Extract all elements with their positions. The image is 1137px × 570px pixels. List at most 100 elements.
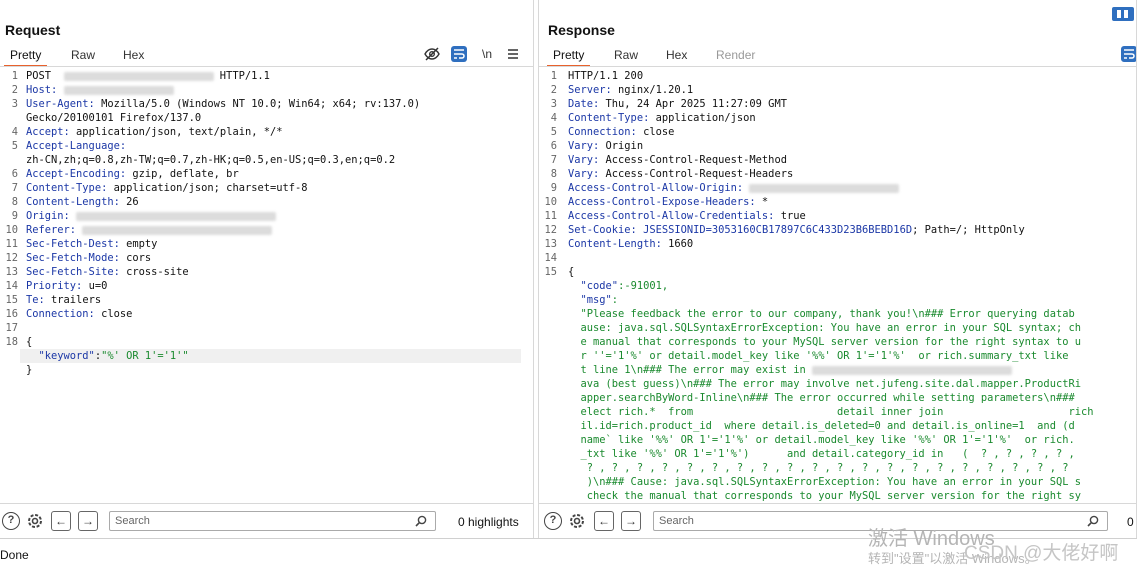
code-line: elect rich.* from detail inner join rich <box>539 405 1136 419</box>
response-editor[interactable]: 1 HTTP/1.1 200 2 Server: nginx/1.20.1 3 Date:… <box>539 69 1136 503</box>
code-line: 9 Access-Control-Allow-Origin: <box>539 181 1136 195</box>
code-line: name` like '%%' OR 1'='1'%' or detail.mo… <box>539 433 1136 447</box>
line-number: 11 <box>544 210 557 222</box>
json-key: "keyword" <box>38 350 95 362</box>
settings-icon[interactable] <box>25 511 45 536</box>
menu-icon[interactable] <box>505 46 521 62</box>
line-number: 4 <box>550 112 557 124</box>
line-content: Server: nginx/1.20.1 <box>568 83 693 97</box>
highlights-count: 0 <box>1127 515 1134 529</box>
line-content: Content-Type: application/json; charset=… <box>26 181 308 195</box>
request-title: Request <box>5 22 61 38</box>
redacted-value <box>63 71 214 81</box>
header-name: User-Agent: <box>26 98 95 110</box>
line-content: Accept-Encoding: gzip, deflate, br <box>26 167 239 181</box>
header-value: Gecko/20100101 Firefox/137.0 <box>26 112 202 124</box>
search-icon[interactable] <box>415 515 427 533</box>
search-icon[interactable] <box>1087 515 1099 533</box>
tab-divider <box>0 66 533 67</box>
line-content: check the manual that corresponds to you… <box>568 489 1081 503</box>
code-line: 14 <box>539 251 1136 265</box>
tab-pretty[interactable]: Pretty <box>546 48 591 67</box>
line-number: 15 <box>5 294 18 306</box>
request-editor[interactable]: 1 POST HTTP/1.1 2 Host: 3 User-Agent: Mozill… <box>0 69 533 503</box>
header-value: application/json, text/plain, */* <box>69 126 283 138</box>
header-value: { <box>568 266 575 278</box>
tab-raw[interactable]: Raw <box>614 48 638 62</box>
line-content: t line 1\n### The error may exist in <box>568 363 1012 377</box>
line-content: Referer: <box>26 223 273 237</box>
line-number: 12 <box>544 224 557 236</box>
code-line: 10 Access-Control-Expose-Headers: * <box>539 195 1136 209</box>
line-content: Vary: Origin <box>568 139 643 153</box>
line-content: Priority: u=0 <box>26 279 107 293</box>
tab-raw[interactable]: Raw <box>71 48 95 62</box>
code-line: 1 POST HTTP/1.1 <box>0 69 533 83</box>
line-number: 13 <box>5 266 18 278</box>
tab-render[interactable]: Render <box>716 48 755 62</box>
tab-hex[interactable]: Hex <box>123 48 144 62</box>
code-line: 10 Referer: <box>0 223 533 237</box>
forward-arrow-icon[interactable]: → <box>78 511 98 531</box>
code-line: 8 Vary: Access-Control-Request-Headers <box>539 167 1136 181</box>
header-value: application/json; charset=utf-8 <box>107 182 308 194</box>
json-key: "msg" <box>580 294 612 306</box>
redacted-value <box>811 365 1012 375</box>
line-number: 17 <box>5 322 18 334</box>
line-content: { <box>568 265 574 279</box>
settings-icon[interactable] <box>567 511 587 536</box>
tab-hex[interactable]: Hex <box>666 48 687 62</box>
code-line: 6 Vary: Origin <box>539 139 1136 153</box>
header-value: } <box>26 364 33 376</box>
layout-toggle-icon[interactable] <box>1112 7 1134 21</box>
line-number: 2 <box>550 84 557 96</box>
line-number: 3 <box>11 98 18 110</box>
line-number: 15 <box>544 266 557 278</box>
code-line: il.id=rich.product_id where detail.is_de… <box>539 419 1136 433</box>
header-name: Accept-Encoding: <box>26 168 127 180</box>
help-icon[interactable]: ? <box>2 512 20 530</box>
line-content: ? , ? , ? , ? , ? , ? , ? , ? , ? , ? , … <box>568 461 1069 475</box>
header-value: POST <box>26 70 58 82</box>
back-arrow-icon[interactable]: ← <box>51 511 71 531</box>
header-name: Vary: <box>568 140 600 152</box>
line-content: Gecko/20100101 Firefox/137.0 <box>26 111 201 125</box>
header-name: Host: <box>26 84 58 96</box>
back-arrow-icon[interactable]: ← <box>594 511 614 531</box>
header-name: Origin: <box>26 210 70 222</box>
code-line: 7 Vary: Access-Control-Request-Method <box>539 153 1136 167</box>
newline-icon[interactable]: \n <box>479 46 495 62</box>
line-content: Set-Cookie: JSESSIONID=3053160CB17897C6C… <box>568 223 1025 237</box>
header-name: Content-Type: <box>26 182 108 194</box>
response-bottom-bar: ? ← → Search 0 <box>539 503 1136 538</box>
line-content: il.id=rich.product_id where detail.is_de… <box>568 419 1075 433</box>
tab-pretty[interactable]: Pretty <box>3 48 48 67</box>
header-value: nginx/1.20.1 <box>611 84 694 96</box>
header-name: Accept-Language: <box>26 140 127 152</box>
eye-off-icon[interactable] <box>424 46 440 62</box>
header-value: 1660 <box>661 238 694 250</box>
line-number: 13 <box>544 238 557 250</box>
wrap-lines-icon[interactable] <box>451 46 467 62</box>
code-line: _txt like '%%' OR 1'='1'%') and detail.c… <box>539 447 1136 461</box>
code-line: 15 Te: trailers <box>0 293 533 307</box>
line-number: 12 <box>5 252 18 264</box>
code-line: "keyword":"%' OR 1'='1'" <box>0 349 533 363</box>
line-content: Origin: <box>26 209 277 223</box>
request-search-input[interactable]: Search <box>109 511 436 531</box>
wrap-lines-icon[interactable] <box>1121 46 1136 62</box>
code-line: )\n### Cause: java.sql.SQLSyntaxErrorExc… <box>539 475 1136 489</box>
line-number: 11 <box>5 238 18 250</box>
header-value: Thu, 24 Apr 2025 11:27:09 GMT <box>599 98 787 110</box>
help-icon[interactable]: ? <box>544 512 562 530</box>
line-content: name` like '%%' OR 1'='1'%' or detail.mo… <box>568 433 1075 447</box>
header-name: Content-Length: <box>26 196 120 208</box>
code-line: 2 Host: <box>0 83 533 97</box>
forward-arrow-icon[interactable]: → <box>621 511 641 531</box>
line-content: elect rich.* from detail inner join rich <box>568 405 1094 419</box>
code-line: 2 Server: nginx/1.20.1 <box>539 83 1136 97</box>
line-content: Vary: Access-Control-Request-Headers <box>568 167 793 181</box>
code-line: 16 Connection: close <box>0 307 533 321</box>
line-number: 10 <box>544 196 557 208</box>
line-content: "Please feedback the error to our compan… <box>568 307 1075 321</box>
